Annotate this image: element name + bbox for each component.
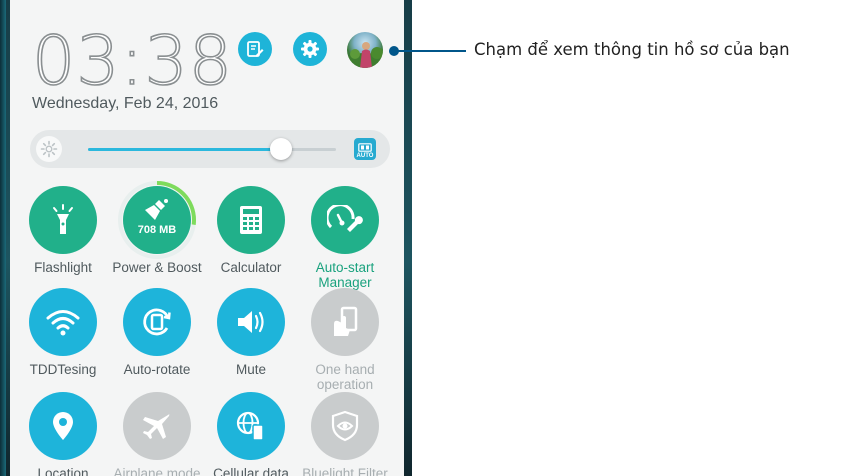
speaker-vibrate-icon bbox=[238, 311, 264, 333]
auto-rotate-icon bbox=[143, 308, 171, 336]
one-hand-icon bbox=[334, 306, 358, 336]
power-boost-toggle[interactable]: 708 MB bbox=[118, 181, 196, 259]
location-toggle[interactable] bbox=[29, 392, 97, 460]
tile-calculator-label: Calculator bbox=[220, 260, 282, 275]
clock-date: Wednesday, Feb 24, 2016 bbox=[32, 95, 219, 112]
tile-location[interactable]: Location bbox=[16, 392, 110, 476]
tile-airplane-mode[interactable]: Airplane mode bbox=[110, 392, 204, 476]
tile-flashlight[interactable]: Flashlight bbox=[16, 186, 110, 275]
brightness-slider-track[interactable] bbox=[88, 148, 336, 151]
tile-wifi[interactable]: TDDTesing bbox=[16, 288, 110, 377]
brightness-sun-icon bbox=[36, 136, 62, 162]
profile-avatar[interactable] bbox=[347, 32, 383, 68]
tile-wifi-label: TDDTesing bbox=[29, 362, 97, 377]
wifi-icon bbox=[46, 310, 80, 336]
flashlight-toggle[interactable] bbox=[29, 186, 97, 254]
airplane-mode-toggle[interactable] bbox=[123, 392, 191, 460]
mute-toggle[interactable] bbox=[217, 288, 285, 356]
tile-bluelight-filter[interactable]: Bluelight Filter bbox=[298, 392, 392, 476]
tile-bluelight-filter-label: Bluelight Filter bbox=[302, 466, 388, 476]
tile-mute[interactable]: Mute bbox=[204, 288, 298, 377]
flashlight-icon bbox=[53, 204, 73, 234]
edit-note-button[interactable] bbox=[238, 32, 272, 66]
brightness-slider-fill bbox=[88, 148, 281, 151]
tile-airplane-mode-label: Airplane mode bbox=[113, 466, 201, 476]
tile-one-hand-operation-label: One hand operation bbox=[315, 362, 375, 392]
location-pin-icon bbox=[53, 412, 73, 440]
tile-power-boost-label: Power & Boost bbox=[112, 260, 202, 275]
airplane-icon bbox=[143, 414, 170, 439]
auto-rotate-toggle[interactable] bbox=[123, 288, 191, 356]
tile-mute-label: Mute bbox=[235, 362, 266, 377]
tile-location-label: Location bbox=[37, 466, 89, 476]
tile-autostart-manager-label: Auto-start Manager bbox=[315, 260, 375, 290]
edit-note-icon bbox=[247, 41, 264, 57]
eye-shield-icon bbox=[331, 410, 359, 442]
callout-pointer-line bbox=[394, 50, 466, 52]
brightness-slider-handle[interactable] bbox=[270, 138, 292, 160]
calculator-icon bbox=[240, 206, 262, 234]
one-hand-toggle[interactable] bbox=[311, 288, 379, 356]
wifi-toggle[interactable] bbox=[29, 288, 97, 356]
tile-one-hand-operation[interactable]: One hand operation bbox=[298, 288, 392, 392]
globe-phone-icon bbox=[236, 411, 264, 441]
callout-text: Chạm để xem thông tin hồ sơ của bạn bbox=[474, 40, 790, 59]
calculator-button[interactable] bbox=[217, 186, 285, 254]
auto-brightness-label: AUTO bbox=[356, 153, 374, 159]
speedometer-wrench-icon bbox=[327, 205, 363, 232]
gear-icon bbox=[301, 40, 319, 58]
auto-brightness-icon bbox=[358, 143, 372, 152]
bluelight-filter-toggle[interactable] bbox=[311, 392, 379, 460]
broom-icon bbox=[145, 199, 168, 220]
tile-cellular-data[interactable]: Cellular data bbox=[204, 392, 298, 476]
auto-brightness-button[interactable]: AUTO bbox=[354, 138, 376, 160]
phone-screen: 03:38 Wednesday, Feb 24, 2016 AUTO Flash… bbox=[0, 0, 412, 476]
settings-button[interactable] bbox=[293, 32, 327, 66]
tile-auto-rotate-label: Auto-rotate bbox=[123, 362, 191, 377]
memory-freed-value: 708 MB bbox=[137, 224, 177, 236]
autostart-manager-button[interactable] bbox=[311, 186, 379, 254]
cellular-data-toggle[interactable] bbox=[217, 392, 285, 460]
profile-photo-icon bbox=[347, 42, 383, 68]
quick-settings-panel: 03:38 Wednesday, Feb 24, 2016 AUTO Flash… bbox=[10, 0, 404, 476]
brightness-control: AUTO bbox=[30, 130, 390, 168]
tile-auto-rotate[interactable]: Auto-rotate bbox=[110, 288, 204, 377]
tile-calculator[interactable]: Calculator bbox=[204, 186, 298, 275]
tile-cellular-data-label: Cellular data bbox=[213, 466, 289, 476]
clock-time: 03:38 bbox=[31, 21, 233, 102]
phone-bezel-left bbox=[0, 0, 6, 476]
tile-flashlight-label: Flashlight bbox=[34, 260, 92, 275]
tile-power-boost[interactable]: 708 MB Power & Boost bbox=[110, 181, 204, 275]
tile-autostart-manager[interactable]: Auto-start Manager bbox=[298, 186, 392, 290]
